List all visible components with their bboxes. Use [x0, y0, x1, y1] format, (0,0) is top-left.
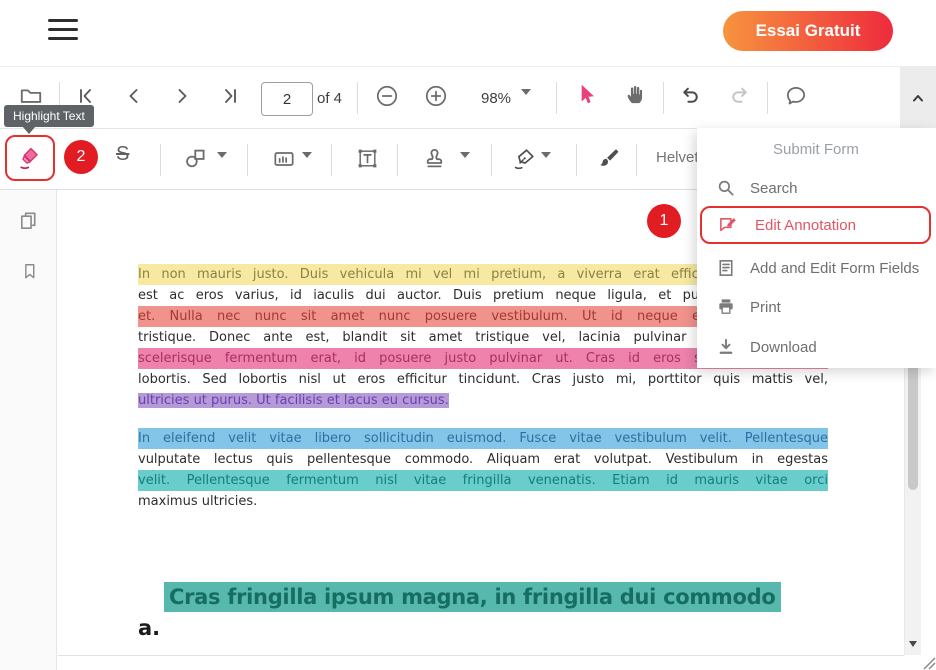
divider [397, 144, 398, 176]
zoom-dropdown-caret-icon[interactable] [521, 95, 531, 110]
menu-item-edit-annotation[interactable]: Edit Annotation [700, 206, 931, 244]
more-options-menu: Submit Form Search Edit Annotation Add a… [697, 128, 936, 368]
divider [576, 144, 577, 176]
tooltip: Highlight Text [4, 105, 94, 127]
font-family-value[interactable]: Helvet [656, 149, 699, 166]
window-resize-handle[interactable] [921, 656, 936, 670]
image-icon[interactable] [271, 146, 297, 172]
zoom-level-value: 98% [481, 90, 511, 107]
stamp-dropdown-caret-icon[interactable] [460, 158, 470, 173]
text-box-icon[interactable] [354, 145, 381, 172]
download-icon [716, 337, 736, 357]
doc-line: lobortis. Sed lobortis nisl ut eros effi… [138, 369, 828, 390]
redo-icon[interactable] [727, 84, 752, 109]
search-icon [716, 178, 736, 198]
divider [247, 144, 248, 176]
highlighter-icon [16, 144, 44, 172]
image-dropdown-caret-icon[interactable] [302, 158, 312, 173]
hamburger-menu-icon[interactable] [48, 19, 78, 45]
page-total-label: of 4 [317, 90, 342, 107]
zoom-in-icon[interactable] [423, 83, 449, 109]
print-icon [716, 297, 736, 317]
page-thumbnails-icon[interactable] [17, 209, 40, 232]
page-number-input[interactable] [261, 82, 313, 116]
divider [636, 144, 637, 176]
chevron-up-icon [906, 86, 930, 110]
stamp-icon[interactable] [421, 145, 448, 172]
strikethrough-icon[interactable]: S [116, 143, 129, 166]
menu-item-add-edit-form-fields[interactable]: Add and Edit Form Fields [697, 249, 936, 287]
left-sidebar [0, 190, 57, 670]
last-page-icon[interactable] [218, 84, 242, 108]
divider [663, 82, 664, 114]
tooltip-arrow [22, 126, 36, 134]
pen-dropdown-caret-icon[interactable] [541, 158, 551, 173]
edit-annotation-icon [718, 215, 738, 235]
collapse-toolbar-button[interactable] [900, 67, 936, 129]
paragraph: In eleifend velit vitae libero sollicitu… [138, 428, 828, 512]
zoom-out-icon[interactable] [374, 83, 400, 109]
divider [160, 144, 161, 176]
divider [491, 144, 492, 176]
shapes-icon[interactable] [182, 145, 209, 172]
menu-item-print[interactable]: Print [697, 288, 936, 326]
doc-line: maximus ultricies. [138, 491, 828, 512]
next-page-icon[interactable] [170, 84, 194, 108]
menu-item-submit-form[interactable]: Submit Form [697, 130, 936, 168]
doc-heading-wrap: a. [138, 616, 160, 640]
divider [556, 82, 557, 114]
shapes-dropdown-caret-icon[interactable] [217, 158, 227, 173]
page-bottom-edge [58, 655, 904, 656]
free-trial-button[interactable]: Essai Gratuit [723, 11, 893, 51]
main-toolbar: of 4 98% [0, 66, 936, 129]
select-tool-icon[interactable] [573, 82, 599, 108]
scrollbar-down-arrow-icon[interactable] [909, 641, 917, 647]
form-fields-icon [716, 258, 736, 278]
divider [767, 82, 768, 114]
signature-pen-icon[interactable] [511, 145, 538, 172]
doc-line: vulputate lectus quis pellentesque commo… [138, 449, 828, 470]
step-badge-2: 2 [64, 140, 98, 174]
doc-line: In eleifend velit vitae libero sollicitu… [138, 428, 828, 449]
hand-tool-icon[interactable] [623, 82, 649, 108]
header: Essai Gratuit [0, 0, 936, 66]
menu-item-download[interactable]: Download [697, 328, 936, 366]
bookmarks-icon[interactable] [20, 260, 40, 282]
doc-heading: Cras fringilla ipsum magna, in fringilla… [164, 582, 781, 612]
brush-icon[interactable] [595, 145, 622, 172]
menu-item-search[interactable]: Search [697, 169, 936, 207]
divider [331, 144, 332, 176]
previous-page-icon[interactable] [122, 84, 146, 108]
highlight-text-button[interactable] [5, 135, 55, 181]
comment-icon[interactable] [783, 83, 809, 109]
pdf-editor-window: Essai Gratuit of 4 98% [0, 0, 936, 670]
step-badge-1: 1 [647, 204, 681, 238]
doc-line: ultricies ut purus. Ut facilisis et lacu… [138, 390, 828, 411]
divider [357, 82, 358, 114]
undo-icon[interactable] [678, 84, 703, 109]
doc-line: velit. Pellentesque fermentum nisl vitae… [138, 470, 828, 491]
